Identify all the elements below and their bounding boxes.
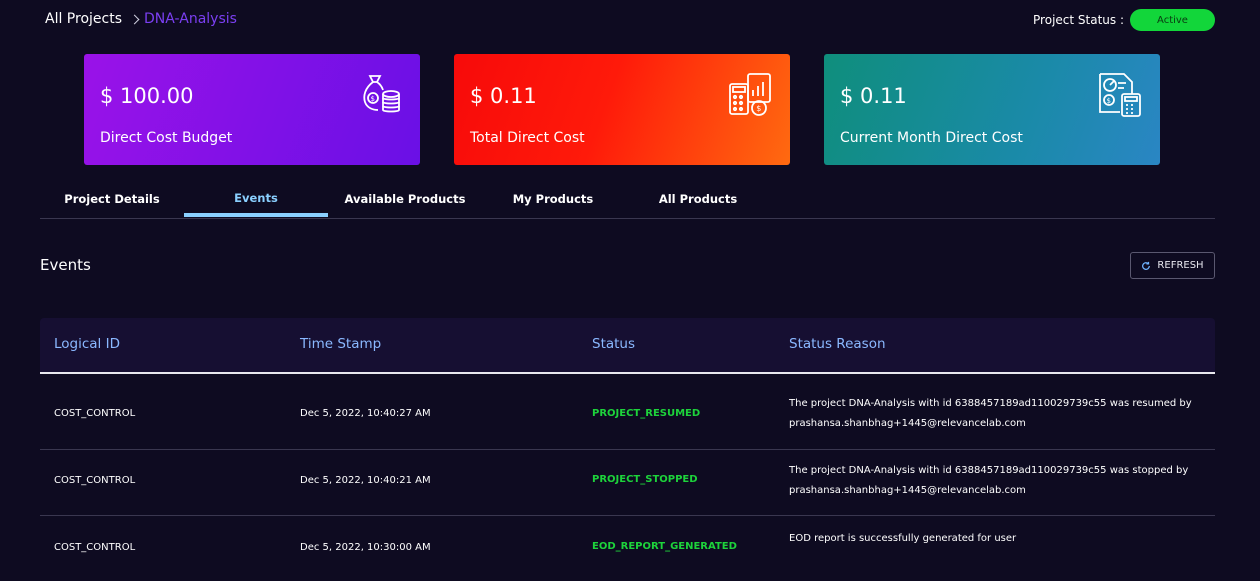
current-month-direct-cost-card: $ 0.11 Current Month Direct Cost $ — [824, 54, 1160, 165]
table-row: COST_CONTROL Dec 5, 2022, 10:40:21 AM PR… — [40, 449, 1215, 516]
cell-timestamp: Dec 5, 2022, 10:30:00 AM — [300, 542, 431, 553]
status-reason-line: The project DNA-Analysis with id 6388457… — [789, 465, 1189, 476]
card-label: Current Month Direct Cost — [840, 130, 1023, 146]
cell-status: EOD_REPORT_GENERATED — [592, 541, 737, 552]
column-logical-id[interactable]: Logical ID — [54, 336, 120, 352]
status-reason-line: EOD report is successfully generated for… — [789, 533, 1017, 544]
refresh-button-label: REFRESH — [1157, 260, 1204, 271]
cell-timestamp: Dec 5, 2022, 10:40:27 AM — [300, 408, 431, 419]
cell-status-reason: The project DNA-Analysis with id 6388457… — [789, 461, 1199, 501]
svg-text:$: $ — [1107, 97, 1111, 105]
cell-status-reason: EOD report is successfully generated for… — [789, 529, 1199, 549]
breadcrumb-current-project: DNA-Analysis — [144, 11, 237, 27]
card-amount: $ 100.00 — [100, 84, 194, 108]
table-row: COST_CONTROL Dec 5, 2022, 10:40:27 AM PR… — [40, 383, 1215, 450]
cell-logical-id: COST_CONTROL — [54, 542, 136, 553]
cell-timestamp: Dec 5, 2022, 10:40:21 AM — [300, 475, 431, 486]
cell-status-reason: The project DNA-Analysis with id 6388457… — [789, 394, 1199, 434]
card-label: Total Direct Cost — [470, 130, 585, 146]
cell-logical-id: COST_CONTROL — [54, 475, 136, 486]
refresh-icon — [1142, 261, 1151, 270]
money-bag-icon: $ — [363, 75, 400, 113]
column-status[interactable]: Status — [592, 336, 635, 352]
total-direct-cost-card: $ 0.11 Total Direct Cost $ — [454, 54, 790, 165]
status-reason-line: The project DNA-Analysis with id 6388457… — [789, 398, 1192, 409]
project-status-label: Project Status : — [1033, 13, 1124, 27]
tab-all-products[interactable]: All Products — [626, 182, 770, 216]
breadcrumb-all-projects[interactable]: All Projects — [45, 11, 122, 27]
report-calculator-icon: $ — [1099, 73, 1141, 117]
card-amount: $ 0.11 — [470, 84, 537, 108]
tab-available-products[interactable]: Available Products — [333, 182, 477, 216]
svg-text:$: $ — [371, 95, 375, 103]
column-status-reason[interactable]: Status Reason — [789, 336, 886, 352]
table-row: COST_CONTROL Dec 5, 2022, 10:30:00 AM EO… — [40, 515, 1215, 581]
refresh-button[interactable]: REFRESH — [1130, 252, 1215, 279]
tab-my-products[interactable]: My Products — [481, 182, 625, 216]
status-badge: Active — [1130, 9, 1215, 31]
svg-text:$: $ — [756, 104, 761, 113]
card-label: Direct Cost Budget — [100, 130, 233, 146]
direct-cost-budget-card: $ 100.00 Direct Cost Budget $ — [84, 54, 420, 165]
project-tabs: Project Details Events Available Product… — [40, 182, 1215, 219]
cell-logical-id: COST_CONTROL — [54, 408, 136, 419]
chevron-right-icon — [129, 14, 140, 24]
cell-status: PROJECT_RESUMED — [592, 408, 701, 419]
status-reason-line: prashansa.shanbhag+1445@relevancelab.com — [789, 418, 1026, 429]
card-amount: $ 0.11 — [840, 84, 907, 108]
tab-events[interactable]: Events — [184, 182, 328, 217]
tab-project-details[interactable]: Project Details — [40, 182, 184, 216]
cell-status: PROJECT_STOPPED — [592, 474, 698, 485]
status-reason-line: prashansa.shanbhag+1445@relevancelab.com — [789, 485, 1026, 496]
section-title: Events — [40, 256, 91, 274]
column-time-stamp[interactable]: Time Stamp — [300, 336, 381, 352]
table-header: Logical ID Time Stamp Status Status Reas… — [40, 318, 1215, 374]
calculator-chart-icon: $ — [729, 73, 771, 116]
project-status: Project Status : Active — [1033, 9, 1215, 31]
breadcrumb: All Projects DNA-Analysis — [45, 11, 237, 27]
